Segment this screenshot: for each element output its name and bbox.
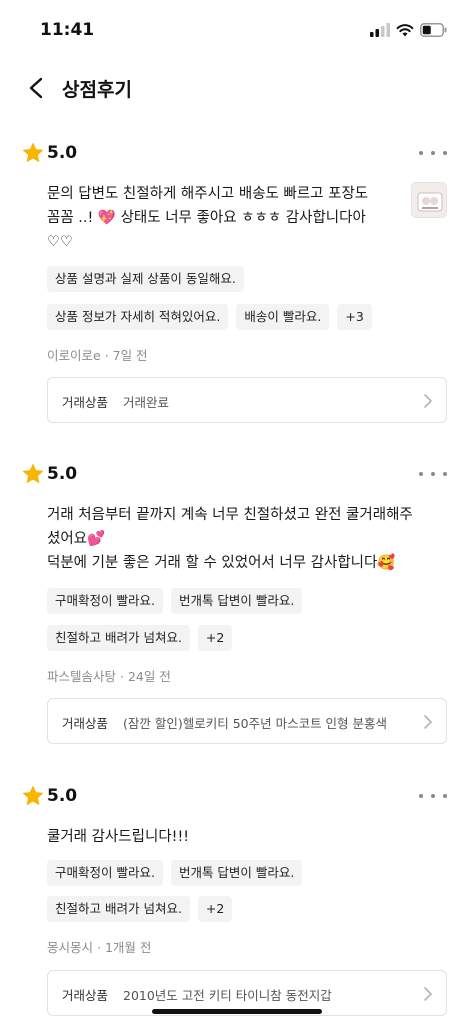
review-time: · 7일 전 [104,348,148,363]
chevron-right-icon [424,394,432,408]
deal-product-name: 2010년도 고전 키티 타이니참 동전지갑 [123,988,332,1003]
tag-row: 친절하고 배려가 넘쳐요. +2 [47,625,233,651]
review-text: 거래 처음부터 끝까지 계속 너무 친절하셨고 완전 쿨거래해주 셨어요💕 덕분… [47,507,413,571]
deal-product-link[interactable]: 거래상품 거래완료 [47,377,447,423]
more-tags-count[interactable]: +2 [197,625,233,651]
more-tags-count[interactable]: +3 [337,304,372,330]
review-photo-thumbnail[interactable] [411,182,447,218]
tag-row: 상품 설명과 실제 상품이 동일해요. [47,266,244,292]
reviewer-meta: 파스텔솜사탕 · 24일 전 [47,666,171,685]
reviewer-name[interactable]: 파스텔솜사탕 [47,669,116,684]
star-icon [23,785,43,805]
reviewer-meta: 몽시몽시 · 1개월 전 [47,937,151,956]
review-tag: 상품 정보가 자세히 적혀있어요. [47,304,229,330]
chevron-right-icon [424,987,432,1001]
status-time: 11:41 [40,20,95,40]
rating-value: 5.0 [47,143,78,163]
page-title: 상점후기 [62,79,132,101]
product-photo [412,183,446,217]
rating-row: 5.0 [22,142,77,164]
tag-row: 친절하고 배려가 넘쳐요. +2 [47,896,233,922]
deal-label: 거래상품 [62,716,109,731]
more-horizontal-icon [419,151,423,155]
more-options-button[interactable] [419,785,447,807]
status-bar: 11:41 [0,0,473,60]
review-text: 쿨거래 감사드립니다!!! [47,829,190,845]
tag-row: 상품 정보가 자세히 적혀있어요. 배송이 빨라요. +3 [47,304,372,330]
chevron-left-icon [29,77,43,99]
review-text: 문의 답변도 친절하게 해주시고 배송도 빠르고 포장도 꼼꼼 ..! 💖 상태… [47,186,369,250]
star-icon [23,142,43,162]
tag-row: 구매확정이 빨라요. 번개톡 답변이 빨라요. [47,860,303,886]
reviewer-name[interactable]: 몽시몽시 [47,940,93,955]
review-tag: 번개톡 답변이 빨라요. [170,860,303,886]
more-horizontal-icon [419,472,423,476]
review-time: · 24일 전 [120,669,171,684]
rating-row: 5.0 [22,463,77,485]
deal-label: 거래상품 [62,988,109,1003]
status-icons [370,23,447,37]
back-button[interactable] [22,72,52,104]
reviewer-name[interactable]: 이로이로e [47,348,101,363]
deal-product-link[interactable]: 거래상품 (잠깐 할인)헬로키티 50주년 마스코트 인형 분홍색 [47,698,447,744]
review-tag: 구매확정이 빨라요. [47,860,163,886]
review-tag: 배송이 빨라요. [236,304,330,330]
tag-row: 구매확정이 빨라요. 번개톡 답변이 빨라요. [47,588,303,614]
rating-value: 5.0 [47,464,78,484]
rating-value: 5.0 [47,786,78,806]
signal-icon [370,23,390,37]
review-tag: 친절하고 배려가 넘쳐요. [47,896,190,922]
more-horizontal-icon [419,794,423,798]
rating-row: 5.0 [22,785,77,807]
wifi-icon [396,24,414,37]
review-tag: 친절하고 배려가 넘쳐요. [47,625,190,651]
deal-product-name: (잠깐 할인)헬로키티 50주년 마스코트 인형 분홍색 [123,716,388,731]
deal-product-name: 거래완료 [123,395,170,410]
more-options-button[interactable] [419,463,447,485]
review-time: · 1개월 전 [97,940,152,955]
review-tag: 번개톡 답변이 빨라요. [170,588,303,614]
deal-label: 거래상품 [62,395,109,410]
review-tag: 상품 설명과 실제 상품이 동일해요. [47,266,244,292]
battery-icon [420,23,447,37]
reviewer-meta: 이로이로e · 7일 전 [47,345,148,364]
review-tag: 구매확정이 빨라요. [47,588,163,614]
star-icon [23,463,43,483]
more-options-button[interactable] [419,142,447,164]
chevron-right-icon [424,715,432,729]
nav-bar: 상점후기 [0,66,473,112]
more-tags-count[interactable]: +2 [197,896,233,922]
home-indicator [152,1009,322,1014]
